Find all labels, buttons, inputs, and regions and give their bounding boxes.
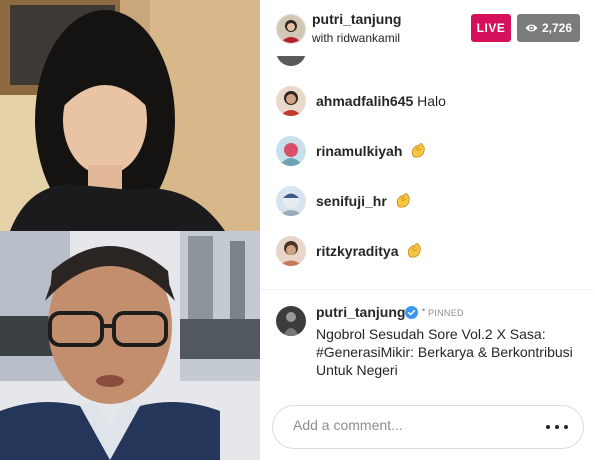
list-item: rinamulkiyah <box>276 136 586 168</box>
avatar[interactable] <box>276 86 306 116</box>
comment-list[interactable]: ahmadfalih645 Halo rinamulkiyah senifuji… <box>260 56 594 288</box>
comment-text: Halo <box>417 93 446 109</box>
verified-badge-icon <box>405 306 418 319</box>
comment-username[interactable]: rinamulkiyah <box>316 143 402 159</box>
viewer-count: 2,726 <box>542 21 573 35</box>
divider <box>260 289 594 290</box>
pinned-label: PINNED <box>428 308 464 318</box>
pin-separator: • <box>422 305 426 315</box>
avatar[interactable] <box>276 136 306 166</box>
avatar[interactable] <box>276 306 306 336</box>
live-header: putri_tanjung with ridwankamil LIVE 2,72… <box>260 0 594 56</box>
list-item: senifuji_hr <box>276 186 586 218</box>
host-subtitle: with ridwankamil <box>312 31 401 45</box>
host-avatar[interactable] <box>276 14 306 44</box>
list-item: ritzkyraditya <box>276 236 586 268</box>
pinned-comment: putri_tanjung • PINNED Ngobrol Sesudah S… <box>260 297 594 387</box>
host-username[interactable]: putri_tanjung <box>312 11 401 27</box>
guest-video-feed <box>0 231 260 460</box>
pinned-username[interactable]: putri_tanjung <box>316 304 405 320</box>
avatar[interactable] <box>276 56 306 66</box>
comment-username[interactable]: ritzkyraditya <box>316 243 398 259</box>
list-item: ahmadfalih645 Halo <box>276 86 586 118</box>
comment-box <box>272 405 584 449</box>
clapping-hands-emoji-icon <box>395 193 411 212</box>
comment-username[interactable]: senifuji_hr <box>316 193 387 209</box>
avatar[interactable] <box>276 236 306 266</box>
pinned-message: Ngobrol Sesudah Sore Vol.2 X Sasa: #Gene… <box>316 326 573 378</box>
avatar[interactable] <box>276 186 306 216</box>
list-item <box>276 56 586 68</box>
comment-username[interactable]: ahmadfalih645 <box>316 93 413 109</box>
video-pane <box>0 0 260 460</box>
live-badge: LIVE <box>471 14 511 42</box>
comment-input[interactable] <box>293 417 533 433</box>
more-horizontal-icon[interactable] <box>545 416 569 436</box>
clapping-hands-emoji-icon <box>410 143 426 162</box>
eye-icon <box>525 24 538 32</box>
viewer-count-badge[interactable]: 2,726 <box>517 14 580 42</box>
host-video-feed <box>0 0 260 231</box>
live-panel: putri_tanjung with ridwankamil LIVE 2,72… <box>260 0 594 460</box>
clapping-hands-emoji-icon <box>406 243 422 262</box>
